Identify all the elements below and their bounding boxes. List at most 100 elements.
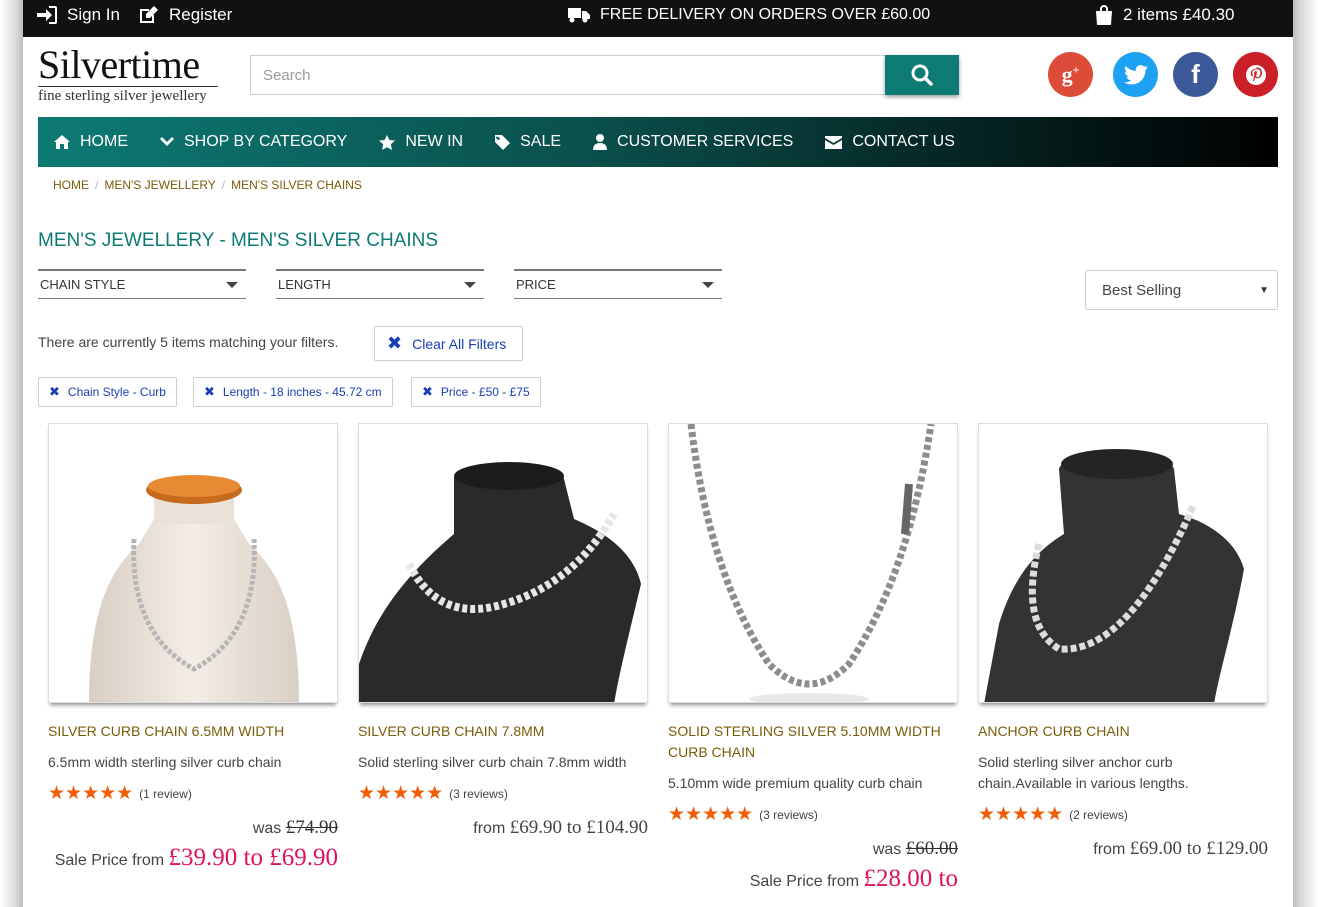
active-filter-chip[interactable]: ✖ Chain Style - Curb (38, 377, 177, 407)
five-star-rating-icon: ★★★★★ (668, 804, 754, 825)
curb-chain-bust-image (89, 475, 299, 702)
logo-brand: Silvertime (38, 42, 200, 87)
sort-selected: Best Selling (1102, 281, 1182, 299)
price-range: from £69.00 to £129.00 (978, 838, 1268, 860)
match-count-text: There are currently 5 items matching you… (38, 334, 339, 350)
clear-all-label: Clear All Filters (412, 335, 507, 352)
facebook-icon: f (1191, 59, 1200, 89)
breadcrumb-mens-jewellery[interactable]: MEN'S JEWELLERY (104, 178, 215, 192)
nav-contact-us[interactable]: CONTACT US (809, 117, 971, 167)
five-star-rating-icon: ★★★★★ (978, 804, 1064, 825)
close-icon: ✖ (422, 384, 433, 399)
product-rating[interactable]: ★★★★★ (1 review) (48, 783, 338, 804)
product-description: 5.10mm wide premium quality curb chain (668, 775, 923, 791)
nav-label: SHOP BY CATEGORY (184, 133, 348, 150)
breadcrumb-mens-silver-chains[interactable]: MEN'S SILVER CHAINS (231, 178, 362, 192)
curb-chain-dark-bust-image (359, 462, 641, 702)
product-rating[interactable]: ★★★★★ (3 reviews) (358, 783, 648, 804)
main-nav: HOME SHOP BY CATEGORY NEW IN SALE CUSTOM… (38, 117, 1278, 167)
product-rating[interactable]: ★★★★★ (3 reviews) (668, 804, 958, 825)
sign-in-link[interactable]: Sign In (37, 0, 120, 30)
product-description: Solid sterling silver anchor curb chain.… (978, 754, 1189, 791)
google-plus-icon: g+ (1061, 61, 1080, 87)
length-filter[interactable]: LENGTH (276, 269, 484, 299)
sale-price: Sale Price from £28.00 to (668, 864, 958, 897)
product-image[interactable] (358, 423, 648, 703)
product-name[interactable]: SILVER CURB CHAIN 6.5MM WIDTH (48, 721, 338, 742)
product-image[interactable] (668, 423, 958, 703)
five-star-rating-icon: ★★★★★ (48, 783, 134, 804)
close-icon: ✖ (49, 384, 60, 399)
product-card: SILVER CURB CHAIN 6.5MM WIDTH 6.5mm widt… (48, 423, 338, 876)
review-count: (3 reviews) (759, 808, 818, 822)
nav-sale[interactable]: SALE (479, 117, 577, 167)
twitter-icon (1123, 64, 1148, 84)
breadcrumb-separator: / (221, 178, 226, 192)
product-name[interactable]: ANCHOR CURB CHAIN (978, 721, 1268, 742)
page-shadow-left (0, 0, 23, 907)
close-icon: ✖ (204, 384, 215, 399)
product-name[interactable]: SILVER CURB CHAIN 7.8MM (358, 721, 648, 742)
product-image[interactable] (48, 423, 338, 703)
site-logo[interactable]: Silvertime fine sterling silver jeweller… (38, 42, 228, 110)
pinterest-button[interactable] (1233, 52, 1278, 97)
price-filter[interactable]: PRICE (514, 269, 722, 299)
filter-label: CHAIN STYLE (40, 277, 126, 292)
sale-label: Sale Price from (749, 873, 860, 890)
star-icon (379, 134, 396, 150)
clear-all-filters-button[interactable]: ✖ Clear All Filters (374, 326, 523, 361)
review-count: (3 reviews) (449, 787, 508, 801)
search-bar (250, 55, 959, 95)
page-title: MEN'S JEWELLERY - MEN'S SILVER CHAINS (38, 230, 439, 251)
twitter-button[interactable] (1113, 52, 1158, 97)
anchor-chain-dark-bust-image (984, 449, 1244, 702)
filter-label: PRICE (516, 277, 556, 292)
product-image[interactable] (978, 423, 1268, 703)
envelope-icon (825, 135, 843, 149)
sort-select[interactable]: Best Selling ▼ (1085, 270, 1278, 310)
product-rating[interactable]: ★★★★★ (2 reviews) (978, 804, 1268, 825)
cart-summary: 2 items £40.30 (1123, 5, 1235, 24)
active-filter-chip[interactable]: ✖ Price - £50 - £75 (411, 377, 541, 407)
chain-style-filter[interactable]: CHAIN STYLE (38, 269, 246, 299)
register-link[interactable]: Register (139, 0, 232, 30)
google-plus-button[interactable]: g+ (1048, 52, 1093, 97)
nav-label: HOME (80, 133, 128, 150)
product-description: 6.5mm width sterling silver curb chain (48, 754, 282, 770)
delivery-banner: FREE DELIVERY ON ORDERS OVER £60.00 (568, 0, 930, 30)
price-range: from £69.90 to £104.90 (358, 817, 648, 839)
active-filter-chip[interactable]: ✖ Length - 18 inches - 45.72 cm (193, 377, 393, 407)
nav-label: NEW IN (405, 133, 464, 150)
five-star-rating-icon: ★★★★★ (358, 783, 444, 804)
chevron-down-icon (160, 137, 174, 146)
chip-label: Length - 18 inches - 45.72 cm (222, 385, 382, 399)
delivery-text: FREE DELIVERY ON ORDERS OVER £60.00 (600, 6, 931, 23)
from-label: from (473, 820, 506, 837)
nav-home[interactable]: HOME (38, 117, 144, 167)
select-arrow-icon: ▼ (1259, 284, 1269, 296)
nav-shop-by-category[interactable]: SHOP BY CATEGORY (144, 117, 363, 167)
product-name[interactable]: SOLID STERLING SILVER 5.10MM WIDTH CURB … (668, 721, 958, 763)
logo-tagline: fine sterling silver jewellery (38, 86, 218, 105)
facebook-button[interactable]: f (1173, 52, 1218, 97)
sale-price-value: £28.00 to (863, 865, 958, 892)
sale-price-value: £39.90 to £69.90 (168, 844, 338, 871)
cart-link[interactable]: 2 items £40.30 (1095, 0, 1235, 30)
nav-label: SALE (520, 133, 562, 150)
filter-label: LENGTH (278, 277, 331, 292)
product-card: ANCHOR CURB CHAIN Solid sterling silver … (978, 423, 1268, 860)
truck-icon (568, 8, 590, 23)
product-description: Solid sterling silver curb chain 7.8mm w… (358, 754, 627, 770)
breadcrumb-home[interactable]: HOME (53, 178, 89, 192)
search-button[interactable] (885, 55, 959, 95)
nav-new-in[interactable]: NEW IN (363, 117, 479, 167)
search-input[interactable] (250, 55, 886, 95)
review-count: (2 reviews) (1069, 808, 1128, 822)
sale-price: Sale Price from £39.90 to £69.90 (48, 843, 338, 876)
user-icon (593, 134, 608, 150)
nav-customer-services[interactable]: CUSTOMER SERVICES (577, 117, 809, 167)
hanging-curb-chain-image (687, 424, 935, 702)
chip-label: Price - £50 - £75 (440, 385, 530, 399)
price-range-value: £69.00 to £129.00 (1129, 838, 1268, 859)
caret-down-icon (702, 281, 714, 288)
